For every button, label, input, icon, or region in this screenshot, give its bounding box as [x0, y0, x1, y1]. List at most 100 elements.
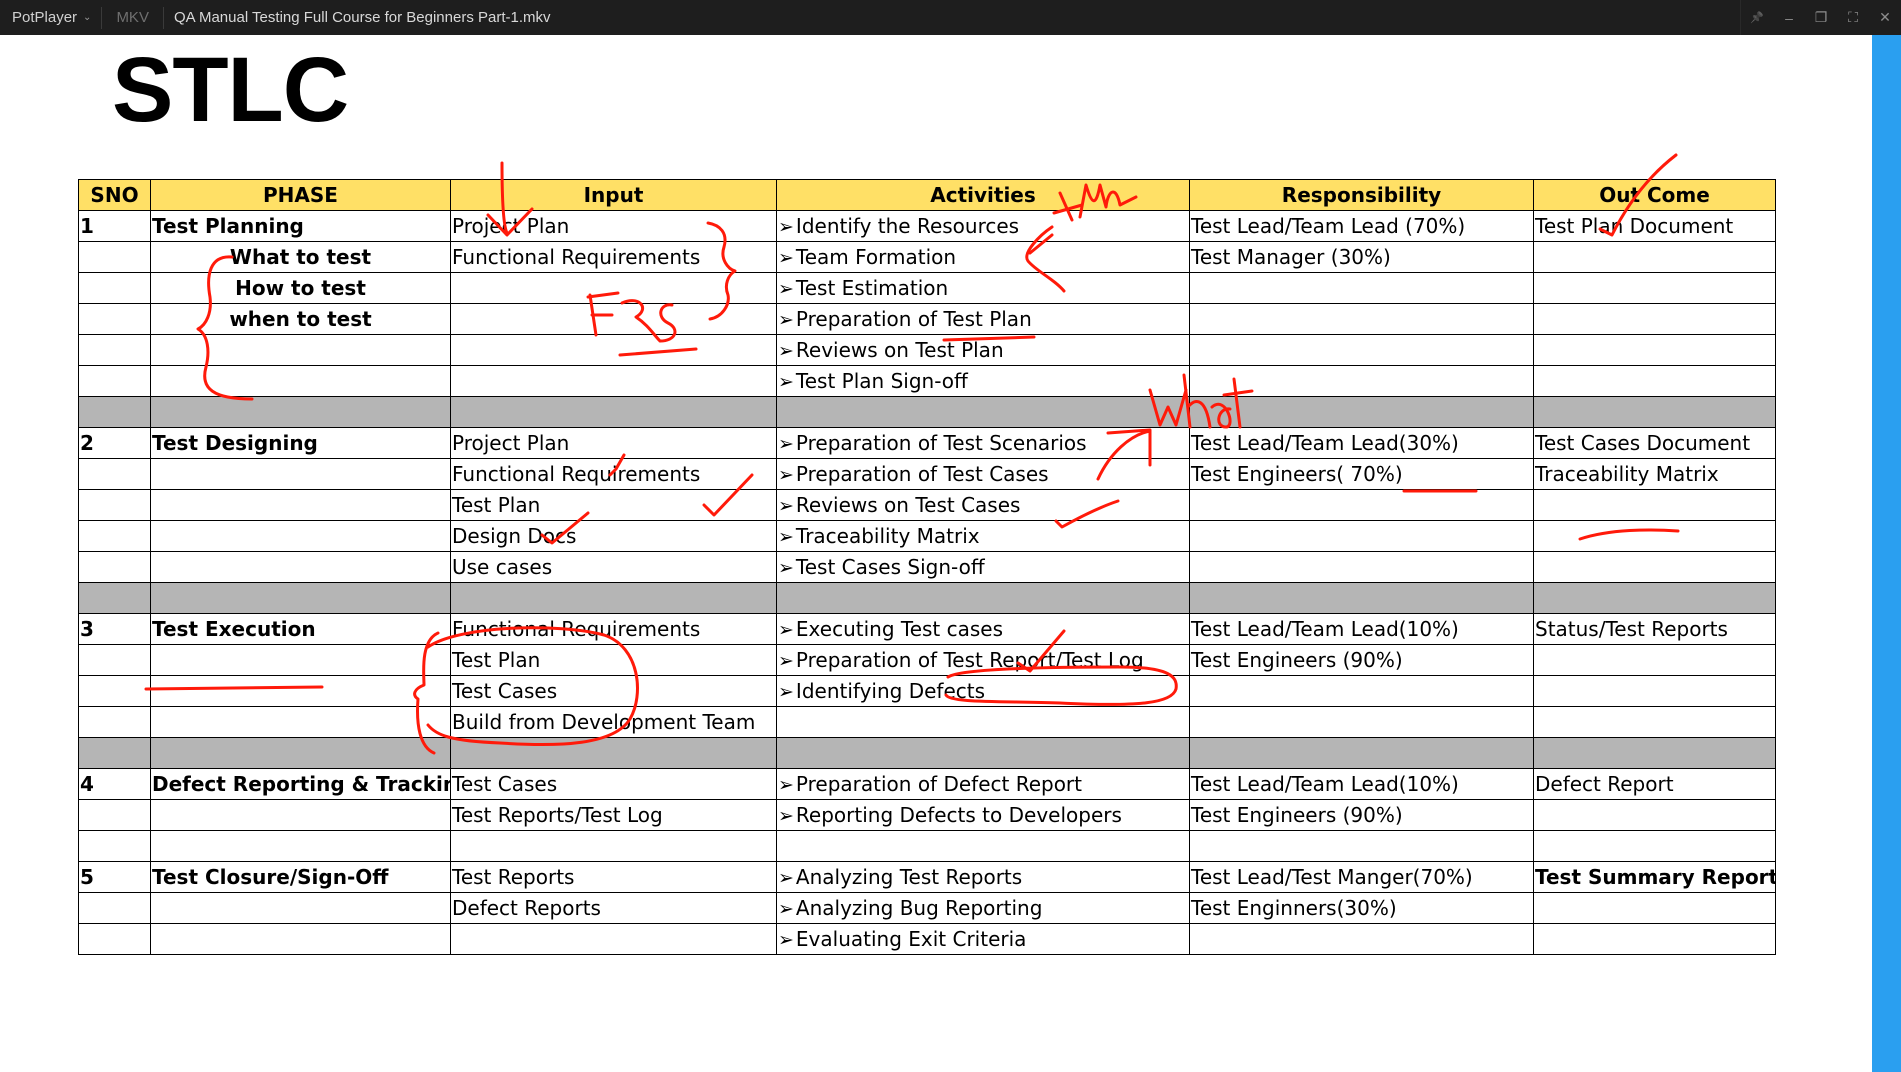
activity-text: Reviews on Test Cases: [795, 492, 1021, 517]
sno-cell: [78, 706, 151, 738]
arrow-bullet-icon: ➢: [778, 215, 794, 238]
responsibility-cell: [1189, 334, 1534, 366]
outcome-cell: Traceability Matrix: [1533, 458, 1776, 490]
outcome-cell: [1533, 644, 1776, 676]
activity-text: Team Formation: [795, 244, 957, 269]
arrow-bullet-icon: ➢: [778, 649, 794, 672]
restore-button[interactable]: ❐: [1805, 0, 1837, 35]
header-input: Input: [450, 179, 777, 211]
outcome-cell: [1533, 241, 1776, 273]
responsibility-cell: Test Lead/Test Manger(70%): [1189, 861, 1534, 893]
app-menu-button[interactable]: PotPlayer ⌄: [0, 0, 101, 35]
phase-cell: Test Execution: [150, 613, 451, 645]
responsibility-cell: Test Lead/Team Lead(10%): [1189, 768, 1534, 800]
table-row: ➢ Evaluating Exit Criteria: [78, 923, 1776, 955]
activity-cell: ➢ Identifying Defects: [776, 675, 1190, 707]
responsibility-cell: Test Engineers (90%): [1189, 644, 1534, 676]
close-button[interactable]: ✕: [1869, 0, 1901, 35]
outcome-cell: [1533, 675, 1776, 707]
responsibility-cell: [1189, 520, 1534, 552]
arrow-bullet-icon: ➢: [778, 246, 794, 269]
outcome-cell: Test Summary Reports: [1533, 861, 1776, 893]
sno-cell: 2: [78, 427, 151, 459]
activity-text: Preparation of Test Plan: [795, 306, 1032, 331]
header-activities: Activities: [776, 179, 1190, 211]
phase-subitem-cell: when to test: [150, 303, 451, 335]
table-row: 1 Test Planning Project Plan ➢ Identify t…: [78, 210, 1776, 242]
table-row: Build from Development Team: [78, 706, 1776, 738]
activity-cell: ➢ Analyzing Bug Reporting: [776, 892, 1190, 924]
table-row: How to test ➢ Test Estimation: [78, 272, 1776, 304]
input-cell: [450, 272, 777, 304]
table-row: Defect Reports ➢ Analyzing Bug Reporting …: [78, 892, 1776, 924]
outcome-cell: Status/Test Reports: [1533, 613, 1776, 645]
activity-text: Reporting Defects to Developers: [795, 802, 1122, 827]
activity-cell: ➢ Identify the Resources: [776, 210, 1190, 242]
activity-cell: ➢ Preparation of Test Report/Test Log: [776, 644, 1190, 676]
minimize-button[interactable]: –: [1773, 0, 1805, 35]
outcome-cell: [1533, 334, 1776, 366]
activity-cell: ➢ Evaluating Exit Criteria: [776, 923, 1190, 955]
phase-cell: [150, 706, 451, 738]
phase-cell: [150, 892, 451, 924]
table-row: What to test Functional Requirements ➢ Te…: [78, 241, 1776, 273]
sno-cell: 5: [78, 861, 151, 893]
arrow-bullet-icon: ➢: [778, 928, 794, 951]
table-header-row: SNO PHASE Input Activities Responsibilit…: [78, 179, 1776, 211]
separator-row: [78, 396, 1776, 428]
outcome-cell: Test Cases Document: [1533, 427, 1776, 459]
phase-cell: Test Closure/Sign-Off: [150, 861, 451, 893]
activity-cell: [776, 706, 1190, 738]
table-row: Test Plan ➢ Preparation of Test Report/Te…: [78, 644, 1776, 676]
side-panel-strip: [1872, 35, 1901, 1072]
arrow-bullet-icon: ➢: [778, 525, 794, 548]
pin-icon[interactable]: 📌: [1740, 0, 1773, 35]
video-frame: STLC SNO PHASE Input Activities Responsi…: [0, 35, 1872, 1072]
header-responsibility: Responsibility: [1189, 179, 1534, 211]
activity-text: Reviews on Test Plan: [795, 337, 1004, 362]
phase-cell: Test Designing: [150, 427, 451, 459]
table-row: ➢ Reviews on Test Plan: [78, 334, 1776, 366]
phase-cell: [150, 458, 451, 490]
phase-cell: [150, 365, 451, 397]
sno-cell: 4: [78, 768, 151, 800]
table-body: 1 Test Planning Project Plan ➢ Identify t…: [78, 210, 1776, 955]
arrow-bullet-icon: ➢: [778, 370, 794, 393]
activity-cell: ➢ Reviews on Test Cases: [776, 489, 1190, 521]
sno-cell: 1: [78, 210, 151, 242]
responsibility-cell: Test Engineers( 70%): [1189, 458, 1534, 490]
table-row: when to test ➢ Preparation of Test Plan: [78, 303, 1776, 335]
table-row: Test Plan ➢ Reviews on Test Cases: [78, 489, 1776, 521]
slide-title: STLC: [112, 39, 349, 141]
arrow-bullet-icon: ➢: [778, 680, 794, 703]
outcome-cell: Defect Report: [1533, 768, 1776, 800]
phase-cell: [150, 551, 451, 583]
input-cell: [450, 365, 777, 397]
fullscreen-button[interactable]: ⛶: [1837, 0, 1869, 35]
sno-cell: [78, 303, 151, 335]
phase-cell: [150, 489, 451, 521]
sno-cell: [78, 799, 151, 831]
sno-cell: [78, 365, 151, 397]
window-title-bar: PotPlayer ⌄ MKV QA Manual Testing Full C…: [0, 0, 1901, 35]
responsibility-cell: [1189, 706, 1534, 738]
phase-cell: [150, 334, 451, 366]
input-cell: Project Plan: [450, 210, 777, 242]
phase-cell: [150, 520, 451, 552]
outcome-cell: [1533, 303, 1776, 335]
arrow-bullet-icon: ➢: [778, 804, 794, 827]
activity-text: Preparation of Test Scenarios: [795, 430, 1087, 455]
sno-cell: 3: [78, 613, 151, 645]
outcome-cell: [1533, 551, 1776, 583]
responsibility-cell: [1189, 923, 1534, 955]
outcome-cell: [1533, 706, 1776, 738]
input-cell: Test Reports/Test Log: [450, 799, 777, 831]
activity-cell: ➢ Traceability Matrix: [776, 520, 1190, 552]
sno-cell: [78, 241, 151, 273]
format-label: MKV: [116, 9, 149, 26]
outcome-cell: Test Plan Document: [1533, 210, 1776, 242]
outcome-cell: [1533, 520, 1776, 552]
activity-cell: ➢ Preparation of Test Plan: [776, 303, 1190, 335]
phase-subitem-cell: What to test: [150, 241, 451, 273]
input-cell: Functional Requirements: [450, 458, 777, 490]
